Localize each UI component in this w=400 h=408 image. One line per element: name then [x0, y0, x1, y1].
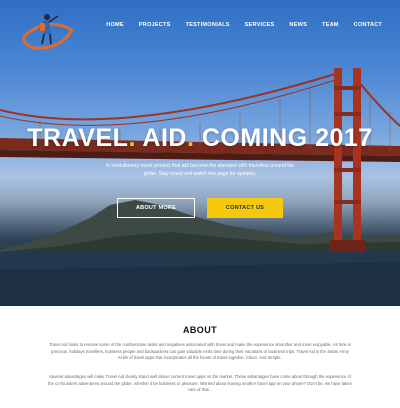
about-more-button[interactable]: ABOUT MORE: [117, 198, 195, 218]
hero-title-word-coming: COMING 2017: [194, 124, 373, 152]
main-menu: HOME PROJECTS TESTIMONIALS SERVICES NEWS…: [91, 22, 382, 28]
nav-item-projects[interactable]: PROJECTS: [139, 22, 171, 28]
nav-item-team[interactable]: TEAM: [322, 22, 339, 28]
hero-subtitle: A revolutionary travel product that will…: [105, 163, 295, 177]
hero-title-word-aid: AID: [135, 124, 187, 152]
hero-title-dot: .: [128, 124, 136, 152]
hero-title-word-travel: TRAVEL: [27, 124, 129, 152]
top-navigation: HOME PROJECTS TESTIMONIALS SERVICES NEWS…: [0, 0, 400, 56]
nav-item-services[interactable]: SERVICES: [245, 22, 275, 28]
about-heading: ABOUT: [183, 325, 217, 335]
nav-item-testimonials[interactable]: TESTIMONIALS: [186, 22, 230, 28]
hero-title: TRAVEL. AID. COMING 2017: [0, 124, 400, 153]
nav-item-home[interactable]: HOME: [106, 22, 124, 28]
about-paragraph: Travel Aid looks to remove some of the c…: [49, 342, 351, 361]
nav-item-news[interactable]: NEWS: [289, 22, 307, 28]
travel-aid-logo[interactable]: [18, 10, 78, 54]
nav-item-contact[interactable]: CONTACT: [354, 22, 382, 28]
contact-us-button[interactable]: CONTACT US: [207, 198, 283, 218]
hero-section: HOME PROJECTS TESTIMONIALS SERVICES NEWS…: [0, 0, 400, 306]
about-paragraph: Several advantages will make Travel Aid …: [48, 374, 352, 393]
